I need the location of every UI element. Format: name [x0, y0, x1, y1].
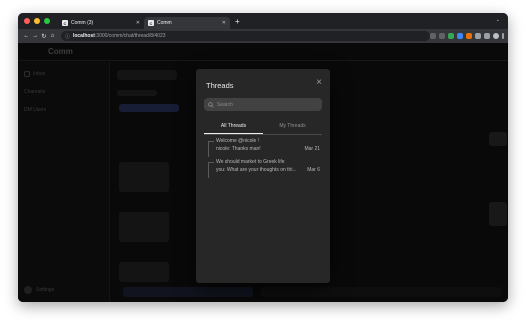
thread-date: Mar 6	[307, 167, 320, 173]
thread-tabs: All Threads My Threads	[204, 119, 322, 135]
profile-avatar-icon[interactable]	[493, 33, 499, 39]
thread-connector	[208, 162, 214, 178]
close-icon[interactable]: ×	[316, 78, 322, 88]
minimize-window-button[interactable]	[34, 18, 40, 24]
thread-connector	[208, 141, 214, 157]
tab-strip: C Comm (3) ✕ C Comm ✕ + ⌄	[18, 13, 508, 29]
back-icon[interactable]: ←	[22, 33, 31, 39]
thread-preview: nicole: Thanks man!	[216, 146, 261, 152]
extension-blue-icon[interactable]	[457, 33, 463, 39]
search-icon	[208, 101, 214, 108]
new-tab-icon[interactable]: +	[235, 17, 240, 26]
extension-green-icon[interactable]	[448, 33, 454, 39]
forward-icon[interactable]: →	[31, 33, 40, 39]
tab-all-threads[interactable]: All Threads	[204, 119, 263, 134]
url-path: :3000/comm/chat/thread/8/4023	[94, 33, 166, 39]
bookmark-star-icon[interactable]	[439, 33, 445, 39]
window-controls	[24, 18, 50, 24]
extensions-puzzle-icon[interactable]	[475, 33, 481, 39]
site-info-icon[interactable]: ⓘ	[65, 33, 70, 40]
thread-item[interactable]: We should market to Greek life you: What…	[208, 159, 320, 179]
share-icon[interactable]	[430, 33, 436, 39]
thread-title: Welcome @nicole !	[216, 138, 260, 144]
browser-tab-2[interactable]: C Comm ✕	[144, 17, 230, 29]
tab-favicon-icon: C	[62, 20, 68, 26]
extensions-area	[430, 33, 504, 39]
thread-preview: you: What are your thoughts on thi...	[216, 167, 296, 173]
home-icon[interactable]: ⌂	[48, 33, 57, 39]
browser-toolbar: ← → ↻ ⌂ ⓘ localhost :3000/comm/chat/thre…	[18, 29, 508, 43]
maximize-window-button[interactable]	[44, 18, 50, 24]
reload-icon[interactable]: ↻	[39, 33, 48, 40]
extension-orange-icon[interactable]	[466, 33, 472, 39]
modal-title: Threads	[206, 81, 234, 90]
tab-my-threads[interactable]: My Threads	[263, 119, 322, 134]
thread-item[interactable]: Welcome @nicole ! nicole: Thanks man! Ma…	[208, 138, 320, 158]
search-bar[interactable]	[204, 98, 322, 111]
tab-close-icon[interactable]: ✕	[136, 20, 140, 26]
close-window-button[interactable]	[24, 18, 30, 24]
menu-kebab-icon[interactable]	[502, 33, 504, 39]
browser-tab-1[interactable]: C Comm (3) ✕	[58, 17, 144, 29]
tab-favicon-icon: C	[148, 20, 154, 26]
side-panel-icon[interactable]	[484, 33, 490, 39]
threads-modal: Threads × All Threads My Threads Welcome…	[196, 69, 330, 283]
tab-search-chevron-icon[interactable]: ⌄	[496, 17, 500, 23]
tab-label: Comm	[157, 20, 172, 26]
browser-window: C Comm (3) ✕ C Comm ✕ + ⌄ ← → ↻ ⌂ ⓘ loca…	[18, 13, 508, 302]
thread-date: Mar 21	[304, 146, 320, 152]
tab-label: Comm (3)	[71, 20, 94, 26]
thread-title: We should market to Greek life	[216, 159, 285, 165]
search-input[interactable]	[217, 101, 317, 108]
url-host: localhost	[72, 33, 95, 39]
tab-close-icon[interactable]: ✕	[222, 20, 226, 26]
address-bar[interactable]: ⓘ localhost :3000/comm/chat/thread/8/402…	[60, 31, 430, 41]
